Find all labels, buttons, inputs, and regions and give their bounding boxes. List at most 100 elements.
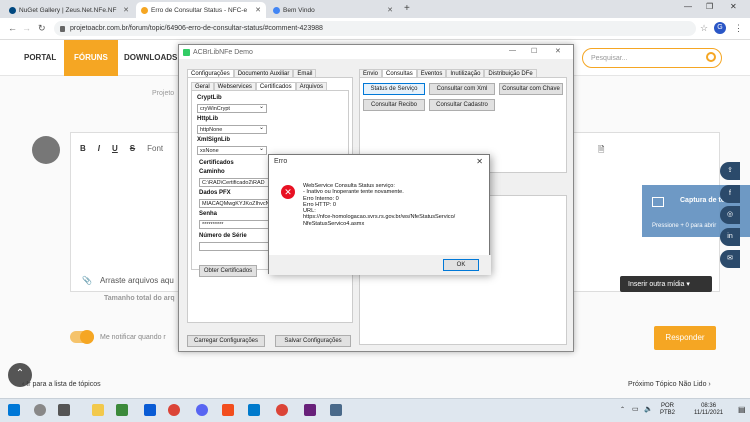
discord-icon[interactable] xyxy=(196,404,208,416)
profile-avatar[interactable]: G xyxy=(714,22,726,34)
close-icon[interactable]: ✕ xyxy=(387,6,393,14)
task-view-icon[interactable] xyxy=(58,404,70,416)
notify-toggle[interactable] xyxy=(70,330,94,344)
font-dropdown[interactable]: Font xyxy=(147,144,163,153)
share-icon[interactable]: ⇪ xyxy=(720,162,740,180)
forward-icon[interactable]: → xyxy=(22,23,31,33)
avatar xyxy=(32,136,60,164)
nav-portal[interactable]: PORTAL xyxy=(24,53,56,62)
reload-icon[interactable]: ↻ xyxy=(38,23,46,34)
numero-serie-label: Número de Série xyxy=(199,233,247,239)
nuget-favicon-icon xyxy=(9,6,16,14)
cryptlib-select[interactable]: cryWinCrypt xyxy=(197,103,267,113)
window-close-icon[interactable]: ✕ xyxy=(730,2,737,11)
dialog-close-icon[interactable]: ✕ xyxy=(476,157,483,166)
search-taskbar-icon[interactable] xyxy=(34,404,46,416)
star-icon[interactable]: ☆ xyxy=(700,23,708,34)
notifications-icon[interactable]: ▤ xyxy=(738,405,746,414)
dialog-titlebar: Erro ✕ xyxy=(274,157,483,166)
lock-icon xyxy=(60,25,65,32)
app-green-icon[interactable] xyxy=(116,404,128,416)
email-icon[interactable]: ✉ xyxy=(720,250,740,268)
new-tab-icon[interactable]: + xyxy=(404,3,410,14)
caminho-label: Caminho xyxy=(199,169,225,175)
globe-favicon-icon xyxy=(273,6,280,14)
close-icon[interactable]: ✕ xyxy=(255,6,261,14)
dados-pfx-label: Dados PFX xyxy=(199,190,231,196)
topic-list-link[interactable]: ‹ Ir para a lista de tópicos xyxy=(22,381,101,388)
consultar-cadastro-button[interactable]: Consultar Cadastro xyxy=(429,99,495,111)
figma-icon[interactable] xyxy=(222,404,234,416)
consultar-chave-button[interactable]: Consultar com Chave xyxy=(499,83,563,95)
obter-certificados-button[interactable]: Obter Certificados xyxy=(199,265,257,277)
preview-icon[interactable]: 🗎 xyxy=(598,144,604,158)
httplib-label: HttpLib xyxy=(197,116,218,122)
attach-area[interactable]: 📎 Arraste arquivos aqu xyxy=(82,276,174,285)
xmlsignlib-select[interactable]: xsNone xyxy=(197,145,267,155)
minimize-icon[interactable]: — xyxy=(684,2,692,11)
brand-text: Projeto xyxy=(152,90,175,97)
notify-row: Me notificar quando r xyxy=(70,330,166,344)
language-indicator[interactable]: POR PTB2 xyxy=(660,403,675,417)
status-servico-button[interactable]: Status de Serviço xyxy=(363,83,425,95)
nav-foruns[interactable]: FÓRUNS xyxy=(64,40,118,76)
error-message: WebService Consulta Status serviço: - In… xyxy=(303,183,456,227)
nav-downloads[interactable]: DOWNLOADS xyxy=(124,53,177,62)
reply-button[interactable]: Responder xyxy=(654,326,716,350)
close-icon[interactable]: ✕ xyxy=(123,6,129,14)
ok-button[interactable]: OK xyxy=(443,259,479,271)
file-explorer-icon[interactable] xyxy=(92,404,104,416)
error-dialog: Erro ✕ ✕ WebService Consulta Status serv… xyxy=(268,154,491,275)
chrome-profile-icon[interactable] xyxy=(276,404,288,416)
search-input[interactable]: Pesquisar... xyxy=(582,48,722,68)
maximize-icon[interactable]: ❐ xyxy=(706,2,713,11)
teams-icon[interactable] xyxy=(144,404,156,416)
underline-button[interactable]: U xyxy=(112,144,118,153)
chrome-icon[interactable] xyxy=(168,404,180,416)
clock[interactable]: 08:36 11/11/2021 xyxy=(694,403,723,417)
insert-media-button[interactable]: Inserir outra mídia ▾ xyxy=(620,276,712,292)
numero-serie-field[interactable] xyxy=(199,242,271,251)
facebook-icon[interactable]: f xyxy=(720,185,740,203)
menu-icon[interactable]: ⋮ xyxy=(734,23,743,34)
senha-label: Senha xyxy=(199,211,218,217)
paperclip-icon: 📎 xyxy=(82,276,92,285)
httplib-select[interactable]: httpNone xyxy=(197,124,267,134)
acbr-demo-taskbar-icon[interactable] xyxy=(330,404,342,416)
address-bar-row: ← → ↻ projetoacbr.com.br/forum/topic/649… xyxy=(0,18,750,40)
browser-tab-nuget[interactable]: NuGet Gallery | Zeus.Net.NFe.NF ✕ xyxy=(4,2,134,18)
acbr-favicon-icon xyxy=(141,6,148,14)
visual-studio-icon[interactable] xyxy=(304,404,316,416)
consultar-recibo-button[interactable]: Consultar Recibo xyxy=(363,99,425,111)
editor-toolbar: B I U S Font xyxy=(80,144,163,153)
consultar-xml-button[interactable]: Consultar com Xml xyxy=(429,83,495,95)
app-icon xyxy=(183,48,190,56)
network-icon[interactable]: ▭ xyxy=(632,405,639,413)
instagram-icon[interactable]: ◎ xyxy=(720,206,740,224)
certificados-group-label: Certificados xyxy=(199,160,234,166)
app-minimize-icon[interactable]: — xyxy=(509,47,516,54)
italic-button[interactable]: I xyxy=(98,144,100,153)
search-icon[interactable] xyxy=(706,52,716,62)
vscode-icon[interactable] xyxy=(248,404,260,416)
salvar-config-button[interactable]: Salvar Configurações xyxy=(275,335,351,347)
browser-tab-bemvindo[interactable]: Bem Vindo ✕ xyxy=(268,2,398,18)
volume-icon[interactable]: 🔈 xyxy=(644,405,653,413)
app-maximize-icon[interactable]: ☐ xyxy=(531,47,537,55)
strike-button[interactable]: S xyxy=(130,144,135,153)
total-size-label: Tamanho total do arq xyxy=(104,295,175,302)
linkedin-icon[interactable]: in xyxy=(720,228,740,246)
carregar-config-button[interactable]: Carregar Configurações xyxy=(187,335,265,347)
browser-tab-erro[interactable]: Erro de Consultar Status - NFC-e ✕ xyxy=(136,2,266,18)
browser-tabbar: NuGet Gallery | Zeus.Net.NFe.NF ✕ Erro d… xyxy=(0,0,750,18)
url-field[interactable]: projetoacbr.com.br/forum/topic/64906-err… xyxy=(54,21,696,36)
dados-pfx-field[interactable]: MIACAQMwgKYJKoZIhvcN xyxy=(199,199,271,208)
back-icon[interactable]: ← xyxy=(8,23,17,33)
caminho-field[interactable]: C:\RAD\Certificado2\RAD xyxy=(199,178,271,187)
senha-field[interactable]: ********** xyxy=(199,220,271,229)
start-icon[interactable] xyxy=(8,404,20,416)
bold-button[interactable]: B xyxy=(80,144,86,153)
tray-up-icon[interactable]: ⌃ xyxy=(620,406,625,413)
app-close-icon[interactable]: ✕ xyxy=(555,47,561,55)
next-topic-link[interactable]: Próximo Tópico Não Lido › xyxy=(628,381,711,388)
